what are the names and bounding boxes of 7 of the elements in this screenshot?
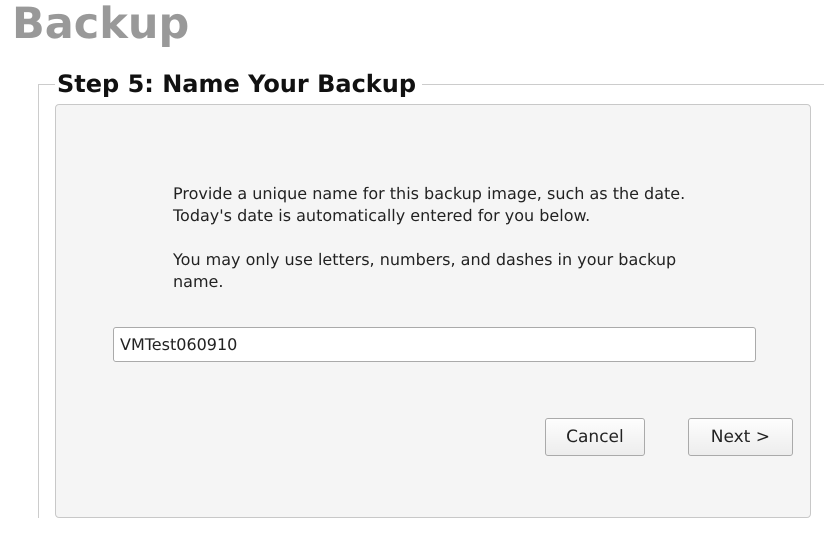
- cancel-button[interactable]: Cancel: [545, 418, 645, 456]
- instruction-text: Provide a unique name for this backup image, such as the date. Today's date is automatically entered for you below.: [173, 183, 686, 227]
- backup-name-field[interactable]: VMTest060910: [113, 327, 756, 362]
- page-title: Backup: [12, 0, 190, 51]
- step-title: Step 5: Name Your Backup: [56, 70, 418, 98]
- next-button[interactable]: Next >: [688, 418, 793, 456]
- instruction-text: You may only use letters, numbers, and dashes in your backup name.: [173, 249, 678, 293]
